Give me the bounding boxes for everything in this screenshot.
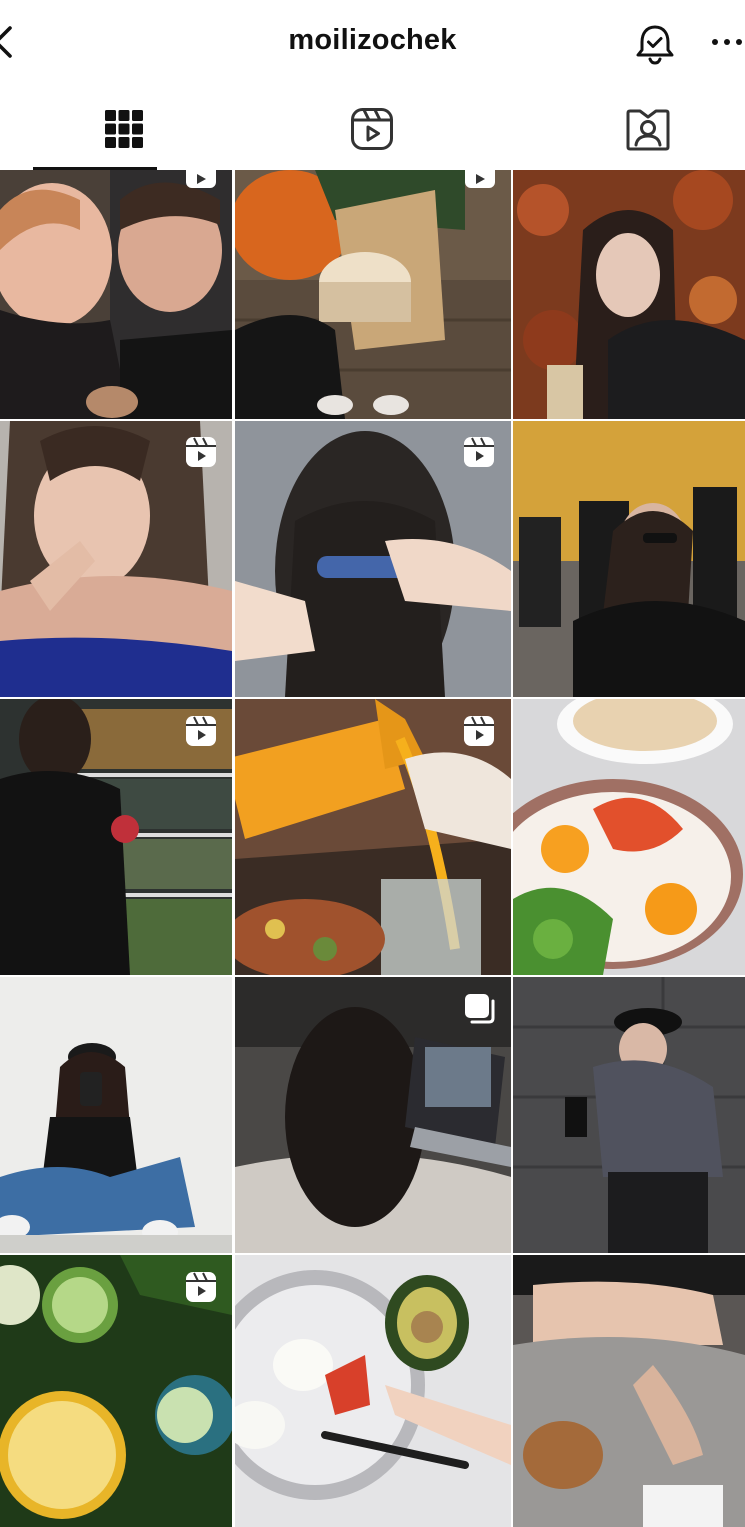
reels-icon [351, 108, 393, 150]
reel-badge-icon [186, 170, 216, 188]
profile-tabs [0, 88, 745, 170]
reel-badge-icon [186, 437, 216, 467]
tab-tagged[interactable] [524, 88, 745, 170]
grid-icon [105, 110, 143, 148]
post-thumbnail[interactable] [513, 699, 745, 975]
reel-badge-icon [465, 170, 495, 188]
reel-badge-icon [186, 716, 216, 746]
post-thumbnail[interactable] [513, 421, 745, 697]
top-bar: moilizochek [0, 0, 745, 88]
notifications-button[interactable] [632, 22, 678, 68]
post-thumbnail[interactable] [513, 977, 745, 1253]
reel-badge-icon [186, 1272, 216, 1302]
reel-badge-icon [464, 716, 494, 746]
more-options-button[interactable] [710, 34, 744, 50]
more-horizontal-icon [712, 39, 742, 45]
post-thumbnail[interactable] [0, 170, 232, 419]
carousel-badge-icon [465, 994, 495, 1024]
post-thumbnail[interactable] [0, 977, 232, 1253]
tab-reels[interactable] [248, 88, 496, 170]
post-thumbnail[interactable] [513, 1255, 745, 1527]
bell-check-icon [636, 25, 674, 65]
post-thumbnail[interactable] [235, 170, 511, 419]
post-thumbnail[interactable] [513, 170, 745, 419]
tab-posts[interactable] [0, 88, 248, 170]
tagged-person-icon [626, 109, 670, 151]
post-thumbnail[interactable] [235, 1255, 511, 1527]
reel-badge-icon [464, 437, 494, 467]
posts-grid [0, 170, 745, 1527]
